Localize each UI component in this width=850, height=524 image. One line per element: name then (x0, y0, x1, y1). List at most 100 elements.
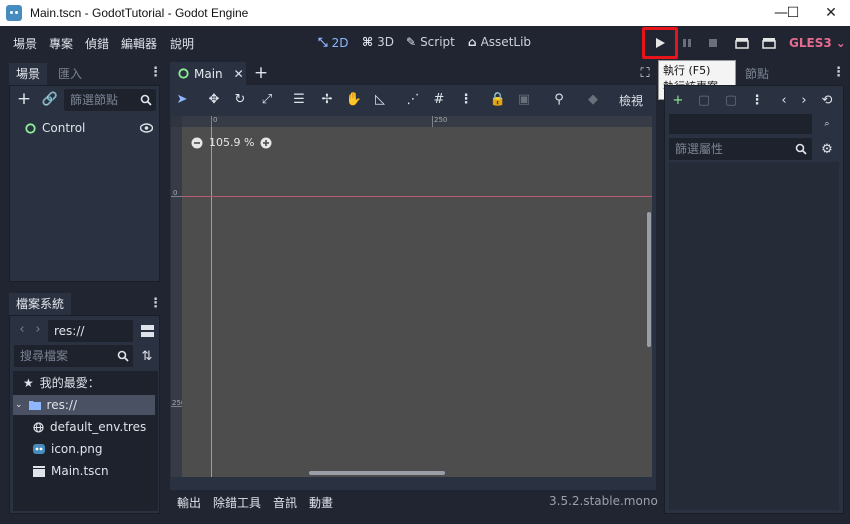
ruler-corner (171, 116, 182, 127)
forward-icon[interactable]: › (29, 320, 47, 338)
tree-res-root[interactable]: ⌄ res:// (15, 395, 77, 415)
bone-icon[interactable]: ⚲ (550, 90, 568, 108)
editor-topbar: 場景 專案 偵錯 編輯器 說明 ⤡ 2D ⌘ 3D ✎ Script ⌂ Ass… (0, 26, 850, 60)
scene-dock-menu-icon[interactable]: ⋮ (149, 66, 162, 79)
star-icon: ★ (23, 376, 34, 390)
horizontal-scrollbar[interactable] (309, 471, 445, 475)
pivot-icon[interactable]: ✢ (318, 90, 336, 108)
file-default-env[interactable]: default_env.tres (33, 417, 146, 437)
canvas-viewport[interactable]: 105.9 % (182, 127, 652, 477)
smart-snap-icon[interactable]: ⋰ (404, 90, 422, 108)
add-node-icon[interactable]: + (15, 89, 33, 109)
stop-button[interactable] (701, 31, 725, 55)
grid-snap-icon[interactable]: # (430, 90, 448, 108)
search-icon (137, 91, 155, 109)
tab-filesystem[interactable]: 檔案系統 (9, 293, 72, 315)
lock-icon[interactable]: 🔒 (489, 90, 507, 108)
sort-icon[interactable]: ⇅ (138, 347, 156, 365)
split-view-icon[interactable] (138, 322, 156, 340)
menu-help[interactable]: 說明 (170, 35, 194, 52)
renderer-label: GLES3 (789, 36, 832, 50)
script-icon: ✎ (406, 35, 417, 49)
scale-mode-icon[interactable]: ⤢ (258, 90, 276, 108)
history-back-icon[interactable]: ‹ (775, 91, 793, 109)
bottom-tab-animation[interactable]: 動畫 (309, 494, 333, 511)
select-mode-icon[interactable]: ➤ (173, 90, 191, 108)
zoom-controls: 105.9 % (191, 136, 272, 149)
history-icon[interactable]: ⟲ (818, 91, 836, 109)
filesystem-dock-tabs: 檔案系統 ⋮ (9, 293, 162, 315)
rotate-mode-icon[interactable]: ↻ (231, 90, 249, 108)
zoom-in-icon[interactable] (260, 137, 272, 149)
visibility-eye-icon[interactable] (137, 119, 155, 137)
bottom-tab-output[interactable]: 輸出 (177, 494, 201, 511)
workspace-2d-button[interactable]: ⤡ 2D (318, 35, 348, 50)
close-tab-icon[interactable]: ✕ (234, 67, 244, 81)
list-select-icon[interactable]: ☰ (290, 90, 308, 108)
scene-file-icon (33, 465, 45, 477)
pause-button[interactable] (675, 31, 699, 55)
workspace-script-label: Script (420, 35, 455, 49)
ruler-icon[interactable]: ◺ (371, 90, 389, 108)
folder-icon (28, 401, 41, 410)
menu-debug[interactable]: 偵錯 (85, 35, 109, 52)
link-icon[interactable]: 🔗 (41, 90, 59, 108)
property-tools-icon[interactable]: ⚙ (818, 140, 836, 158)
bottom-tab-audio[interactable]: 音訊 (273, 494, 297, 511)
scene-dock-tabs: 場景 匯入 ⋮ (9, 63, 162, 85)
file-icon-png[interactable]: icon.png (33, 439, 103, 459)
file-main-tscn[interactable]: Main.tscn (33, 461, 109, 481)
filter-properties-input[interactable]: 篩選屬性 (669, 138, 812, 160)
scene-tab-main[interactable]: Main ✕ (170, 62, 246, 85)
new-resource-icon[interactable]: + (669, 91, 687, 109)
play-button-highlight (642, 27, 678, 59)
tab-node[interactable]: 節點 (738, 63, 776, 85)
play-custom-scene-button[interactable] (757, 31, 781, 55)
resource-menu-icon[interactable]: ⋮ (748, 91, 766, 109)
vertical-scrollbar[interactable] (647, 212, 651, 347)
y-axis-line (211, 127, 212, 477)
tree-node-control[interactable]: Control (25, 118, 85, 138)
path-input[interactable]: res:// (48, 320, 133, 342)
assetlib-icon: ⌂ (468, 35, 477, 49)
distraction-free-icon[interactable]: ⛶ (636, 64, 654, 82)
bottom-tab-debugger[interactable]: 除錯工具 (213, 494, 261, 511)
save-resource-icon[interactable]: ▢ (722, 91, 740, 109)
view-menu[interactable]: 檢視 (619, 92, 643, 109)
tab-scene[interactable]: 場景 (9, 63, 48, 85)
menu-editor[interactable]: 編輯器 (121, 35, 157, 52)
group-icon[interactable]: ▣ (515, 90, 533, 108)
node-label: Control (42, 121, 86, 135)
move-mode-icon[interactable]: ✥ (205, 90, 223, 108)
filesystem-menu-icon[interactable]: ⋮ (149, 297, 162, 310)
renderer-select[interactable]: GLES3 ⌄ (789, 36, 846, 50)
inspector-dock-tabs: 節點 ⋮ (664, 63, 845, 85)
workspace-3d-button[interactable]: ⌘ 3D (362, 35, 394, 49)
history-forward-icon[interactable]: › (795, 91, 813, 109)
snap-options-icon[interactable]: ⋮ (457, 90, 475, 108)
close-window-button[interactable]: ✕ (808, 0, 850, 26)
tree-root-label: res:// (46, 398, 77, 412)
zoom-out-icon[interactable] (191, 137, 203, 149)
camera-override-icon[interactable]: ◆ (584, 90, 602, 108)
inspector-dock-menu-icon[interactable]: ⋮ (832, 66, 845, 79)
inspector-properties-area (669, 162, 839, 510)
object-path-field[interactable] (669, 114, 812, 134)
menu-project[interactable]: 專案 (49, 35, 73, 52)
workspace-assetlib-button[interactable]: ⌂ AssetLib (468, 35, 531, 49)
stop-icon (709, 39, 717, 47)
pan-hand-icon[interactable]: ✋ (345, 90, 363, 108)
menu-scene[interactable]: 場景 (13, 35, 37, 52)
bottom-panel-bar: 輸出 除錯工具 音訊 動畫 3.5.2.stable.mono (170, 488, 658, 514)
play-scene-button[interactable] (730, 31, 754, 55)
tree-favorites[interactable]: ★ 我的最愛： (23, 373, 100, 393)
zoom-level[interactable]: 105.9 % (209, 136, 254, 149)
new-scene-tab-icon[interactable]: + (252, 63, 270, 83)
doc-search-icon[interactable]: ⌕ (818, 115, 836, 133)
favorites-label: 我的最愛： (39, 376, 100, 390)
tab-import[interactable]: 匯入 (51, 63, 89, 85)
workspace-assetlib-label: AssetLib (480, 35, 532, 49)
workspace-script-button[interactable]: ✎ Script (406, 35, 455, 49)
ruler-label: 250 (434, 116, 448, 124)
load-resource-icon[interactable]: ▢ (695, 91, 713, 109)
